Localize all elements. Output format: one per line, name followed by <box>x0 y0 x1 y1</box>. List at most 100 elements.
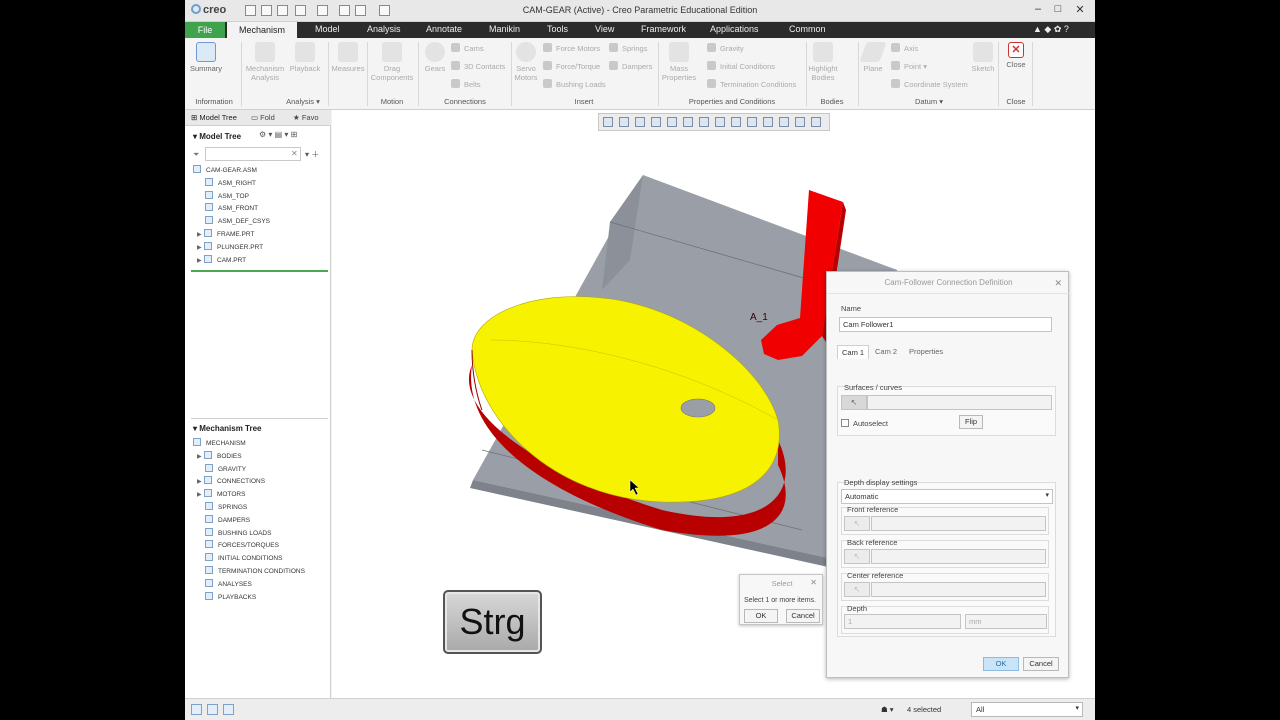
tab-cam2[interactable]: Cam 2 <box>871 345 901 359</box>
select-popup-close-icon[interactable]: ✕ <box>810 578 817 587</box>
tab-annotate[interactable]: Annotate <box>426 24 462 34</box>
tab-view[interactable]: View <box>595 24 614 34</box>
playback-button[interactable]: Playback <box>287 42 323 73</box>
dialog-ok-button[interactable]: OK <box>983 657 1019 671</box>
3d-contacts-button[interactable]: 3D Contacts <box>451 61 505 71</box>
mass-properties-button[interactable]: Mass Properties <box>661 42 697 82</box>
tree-item-asm-def-csys[interactable]: ASM_DEF_CSYS <box>205 216 270 228</box>
front-reference-select-button[interactable]: ↖ <box>844 516 870 531</box>
coordinate-system-button[interactable]: Coordinate System <box>891 79 968 89</box>
tree-item-frame[interactable]: ▶ FRAME.PRT <box>197 229 254 241</box>
expand-arrow-icon[interactable]: ▶ <box>197 491 204 498</box>
springs-button[interactable]: Springs <box>609 43 647 53</box>
tree-item-plunger[interactable]: ▶ PLUNGER.PRT <box>197 241 263 254</box>
center-reference-collector[interactable] <box>871 582 1046 597</box>
surfaces-collector[interactable] <box>867 395 1052 410</box>
navigator-toggle-icon[interactable] <box>191 704 202 715</box>
minimize-button[interactable]: – <box>1029 3 1047 15</box>
file-menu[interactable]: File <box>185 22 225 38</box>
mech-item-gravity[interactable]: GRAVITY <box>205 463 246 476</box>
force-torque-button[interactable]: Force/Torque <box>543 61 600 71</box>
model-tree-header[interactable]: ▾ Model Tree <box>193 132 241 141</box>
expand-arrow-icon[interactable]: ▶ <box>197 478 204 485</box>
expand-arrow-icon[interactable]: ▶ <box>197 244 204 251</box>
point-button[interactable]: Point ▾ <box>891 61 927 71</box>
summary-button[interactable]: Summary <box>189 42 223 73</box>
tree-item-asm-top[interactable]: ASM_TOP <box>205 190 249 203</box>
autoselect-checkbox[interactable] <box>841 419 849 427</box>
servo-motors-button[interactable]: Servo Motors <box>513 42 539 82</box>
tab-folder[interactable]: ▭ Fold <box>251 113 275 122</box>
mechanism-tree-header[interactable]: ▾ Mechanism Tree <box>193 424 262 433</box>
tab-applications[interactable]: Applications <box>710 24 759 34</box>
clear-search-icon[interactable]: ✕ <box>291 149 298 158</box>
tab-properties[interactable]: Properties <box>905 345 947 359</box>
measures-button[interactable]: Measures <box>331 42 365 73</box>
tab-common[interactable]: Common <box>789 24 826 34</box>
tree-item-cam[interactable]: ▶ CAM.PRT <box>197 254 246 267</box>
tab-analysis[interactable]: Analysis <box>367 24 401 34</box>
tree-item-asm-right[interactable]: ASM_RIGHT <box>205 177 256 190</box>
gravity-button[interactable]: Gravity <box>707 43 744 53</box>
plane-button[interactable]: Plane <box>859 42 887 73</box>
mech-item-mechanism[interactable]: MECHANISM <box>193 438 246 450</box>
ribbon-close-button[interactable]: ✕ Close <box>1001 42 1031 69</box>
selection-filter-icon[interactable]: ☗ ▾ <box>881 705 894 714</box>
mech-item-initial-conditions[interactable]: INITIAL CONDITIONS <box>205 553 282 565</box>
maximize-button[interactable]: □ <box>1049 3 1067 15</box>
center-reference-select-button[interactable]: ↖ <box>844 582 870 597</box>
depth-input[interactable]: 1 <box>844 614 961 629</box>
mech-item-analyses[interactable]: ANALYSES <box>205 578 252 591</box>
mech-item-connections[interactable]: ▶ CONNECTIONS <box>197 476 265 488</box>
dampers-button[interactable]: Dampers <box>609 61 652 71</box>
info-small-icons[interactable] <box>225 42 233 88</box>
tab-framework[interactable]: Framework <box>641 24 686 34</box>
expand-arrow-icon[interactable]: ▶ <box>197 257 204 264</box>
back-reference-select-button[interactable]: ↖ <box>844 549 870 564</box>
tree-item-cam-gear-asm[interactable]: CAM-GEAR.ASM <box>193 165 257 177</box>
select-ok-button[interactable]: OK <box>744 609 778 623</box>
help-icons[interactable]: ▲ ◆ ✿ ? <box>1033 24 1069 35</box>
belts-button[interactable]: Belts <box>451 79 481 89</box>
mech-item-bushing-loads[interactable]: BUSHING LOADS <box>205 527 271 540</box>
mech-item-dampers[interactable]: DAMPERS <box>205 514 250 527</box>
browser-toggle-icon[interactable] <box>207 704 218 715</box>
depth-unit-select[interactable]: mm <box>965 614 1047 629</box>
search-options-icon[interactable]: ▾ ＋ <box>305 149 319 160</box>
expand-arrow-icon[interactable]: ▶ <box>197 231 204 238</box>
dialog-cancel-button[interactable]: Cancel <box>1023 657 1059 671</box>
selection-filter-select[interactable]: All ▾ <box>971 702 1083 717</box>
flip-button[interactable]: Flip <box>959 415 983 429</box>
bushing-loads-button[interactable]: Bushing Loads <box>543 79 606 89</box>
close-button[interactable]: ✕ <box>1071 3 1089 16</box>
mech-item-springs[interactable]: SPRINGS <box>205 502 247 514</box>
filter-icon[interactable]: ⏷ <box>193 150 199 160</box>
group-datum[interactable]: Datum ▾ <box>861 97 997 106</box>
mech-item-motors[interactable]: ▶ MOTORS <box>197 489 245 501</box>
tree-item-asm-front[interactable]: ASM_FRONT <box>205 203 258 215</box>
initial-conditions-button[interactable]: Initial Conditions <box>707 61 775 71</box>
tab-model-tree[interactable]: ⊞ Model Tree <box>191 113 237 122</box>
dialog-close-icon[interactable]: ✕ <box>1054 278 1062 289</box>
tab-favorites[interactable]: ★ Favo <box>293 113 319 122</box>
tab-manikin[interactable]: Manikin <box>489 24 520 34</box>
mech-item-termination-conditions[interactable]: TERMINATION CONDITIONS <box>205 566 305 578</box>
mech-item-forces-torques[interactable]: FORCES/TORQUES <box>205 540 279 552</box>
expand-arrow-icon[interactable]: ▶ <box>197 453 204 460</box>
mech-item-playbacks[interactable]: PLAYBACKS <box>205 591 256 604</box>
front-reference-collector[interactable] <box>871 516 1046 531</box>
mechanism-analysis-button[interactable]: Mechanism Analysis <box>243 42 287 82</box>
surfaces-select-button[interactable]: ↖ <box>841 395 867 410</box>
tab-model[interactable]: Model <box>315 24 340 34</box>
force-motors-button[interactable]: Force Motors <box>543 43 600 53</box>
axis-button[interactable]: Axis <box>891 43 918 53</box>
back-reference-collector[interactable] <box>871 549 1046 564</box>
tab-mechanism[interactable]: Mechanism <box>227 22 297 38</box>
termination-conditions-button[interactable]: Termination Conditions <box>707 79 796 89</box>
highlight-bodies-button[interactable]: Highlight Bodies <box>807 42 839 82</box>
drag-components-button[interactable]: Drag Components <box>369 42 415 82</box>
depth-mode-select[interactable]: Automatic ▾ <box>841 489 1053 504</box>
name-input[interactable]: Cam Follower1 <box>839 317 1052 332</box>
mech-item-bodies[interactable]: ▶ BODIES <box>197 450 242 463</box>
tab-tools[interactable]: Tools <box>547 24 568 34</box>
